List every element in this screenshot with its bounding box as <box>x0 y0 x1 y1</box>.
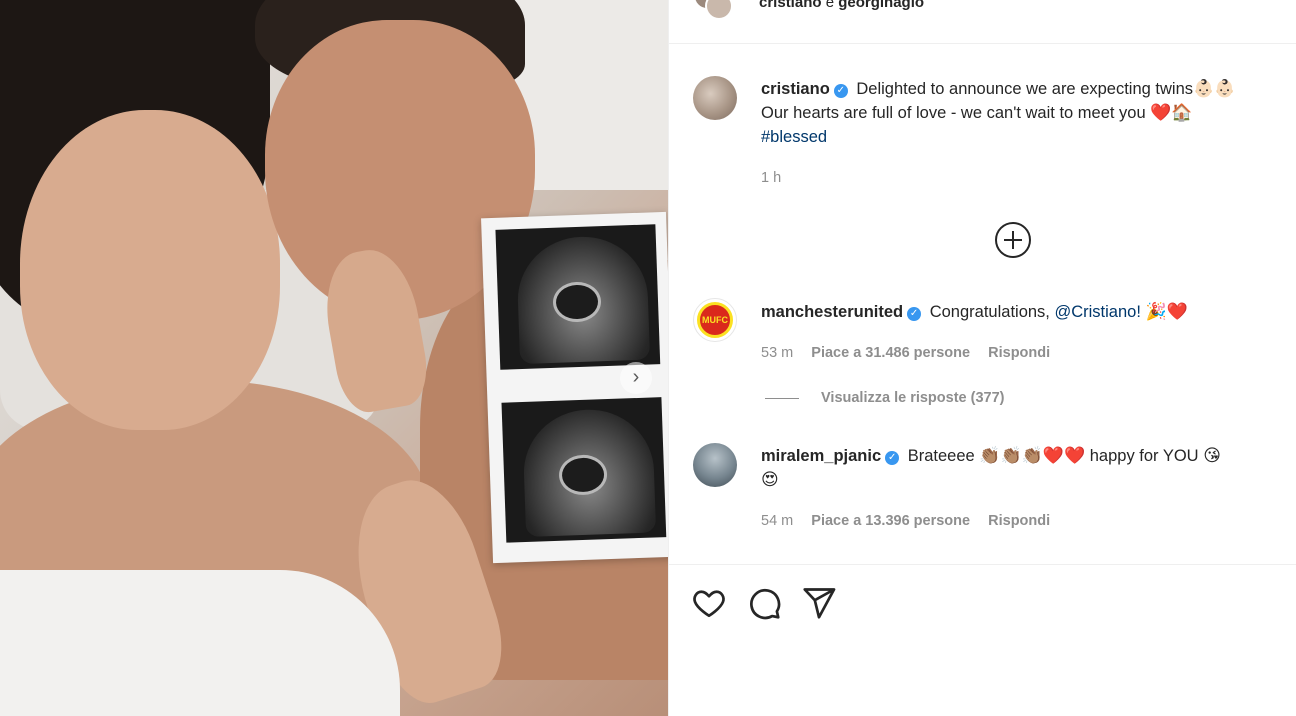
caption: cristiano ✓ Delighted to announce we are … <box>761 77 1291 149</box>
caption-time[interactable]: 1 h <box>761 170 781 186</box>
comment-meta: 53 m Piace a 31.486 persone Rispondi <box>761 345 1064 361</box>
ultrasound-frame-1 <box>495 224 661 370</box>
comment: manchesterunited ✓ Congratulations, @Cris… <box>761 300 1291 324</box>
avatar <box>705 0 733 20</box>
caption-username[interactable]: cristiano <box>761 80 830 98</box>
comment-text-2: happy for YOU <box>1089 447 1199 465</box>
comment-text: Congratulations, <box>929 303 1050 321</box>
photo-face-left <box>20 110 280 430</box>
caption-meta: 1 h <box>761 170 795 186</box>
heart-emoji-icon: ❤️ <box>1166 302 1188 322</box>
comment-icon[interactable] <box>746 585 782 621</box>
club-crest-icon: MUFC <box>697 302 733 338</box>
post-actions <box>669 564 1296 716</box>
reply-button[interactable]: Rispondi <box>988 513 1050 529</box>
heart-emoji-icon: ❤️ <box>1150 103 1172 123</box>
comment-username[interactable]: miralem_pjanic <box>761 447 881 465</box>
hashtag-link[interactable]: #blessed <box>761 128 827 146</box>
baby-emoji-icon: 👶🏻👶🏻 <box>1193 79 1236 99</box>
comment-text: Brateeee <box>907 447 975 465</box>
caption-line-1: Delighted to announce we are expecting t… <box>856 80 1194 98</box>
comment-username[interactable]: manchesterunited <box>761 303 903 321</box>
comment-likes[interactable]: Piace a 13.396 persone <box>811 513 970 529</box>
house-emoji-icon: 🏠 <box>1171 103 1193 123</box>
header-username-1[interactable]: cristiano <box>759 0 822 11</box>
reply-button[interactable]: Rispondi <box>988 345 1050 361</box>
verified-badge-icon: ✓ <box>833 84 848 98</box>
post-photo[interactable]: › <box>0 0 668 716</box>
comment-time[interactable]: 53 m <box>761 345 793 361</box>
chevron-right-icon[interactable]: › <box>620 362 652 394</box>
header-joiner: e <box>821 0 839 11</box>
replies-divider <box>765 397 799 399</box>
party-emoji-icon: 🎉 <box>1145 302 1167 322</box>
avatar[interactable]: MUFC <box>693 298 737 342</box>
kiss-emoji-icon: 😘 <box>1203 446 1221 466</box>
view-replies-button[interactable]: Visualizza le risposte (377) <box>765 390 1004 406</box>
share-icon[interactable] <box>801 585 837 621</box>
post-side-panel: cristiano e georginagio cristiano ✓ Delig… <box>668 0 1296 716</box>
verified-badge-icon: ✓ <box>885 451 900 465</box>
heart-emoji-icon: ❤️❤️ <box>1042 446 1086 466</box>
comment-meta: 54 m Piace a 13.396 persone Rispondi <box>761 513 1064 529</box>
view-replies-label: Visualizza le risposte (377) <box>821 390 1005 406</box>
post-header-title: cristiano e georginagio <box>759 0 924 11</box>
post-header: cristiano e georginagio <box>669 0 1296 44</box>
ultrasound-frame-2 <box>501 397 667 543</box>
heart-eyes-emoji-icon: 😍 <box>761 470 779 490</box>
clap-emoji-icon: 👏🏽👏🏽👏🏽 <box>979 446 1043 466</box>
verified-badge-icon: ✓ <box>907 307 922 321</box>
plus-circle-icon[interactable] <box>995 222 1031 258</box>
avatar[interactable] <box>693 443 737 487</box>
avatar[interactable] <box>693 76 737 120</box>
comment-time[interactable]: 54 m <box>761 513 793 529</box>
mention-link[interactable]: @Cristiano! <box>1054 303 1140 321</box>
header-username-2[interactable]: georginagio <box>838 0 924 11</box>
comment: miralem_pjanic ✓ Brateeee 👏🏽👏🏽👏🏽❤️❤️ happ… <box>761 444 1295 492</box>
heart-icon[interactable] <box>691 585 727 621</box>
header-avatars[interactable] <box>693 0 737 26</box>
comment-likes[interactable]: Piace a 31.486 persone <box>811 345 970 361</box>
bedsheet-bottom <box>0 570 400 716</box>
caption-line-2: Our hearts are full of love - we can't w… <box>761 104 1146 122</box>
